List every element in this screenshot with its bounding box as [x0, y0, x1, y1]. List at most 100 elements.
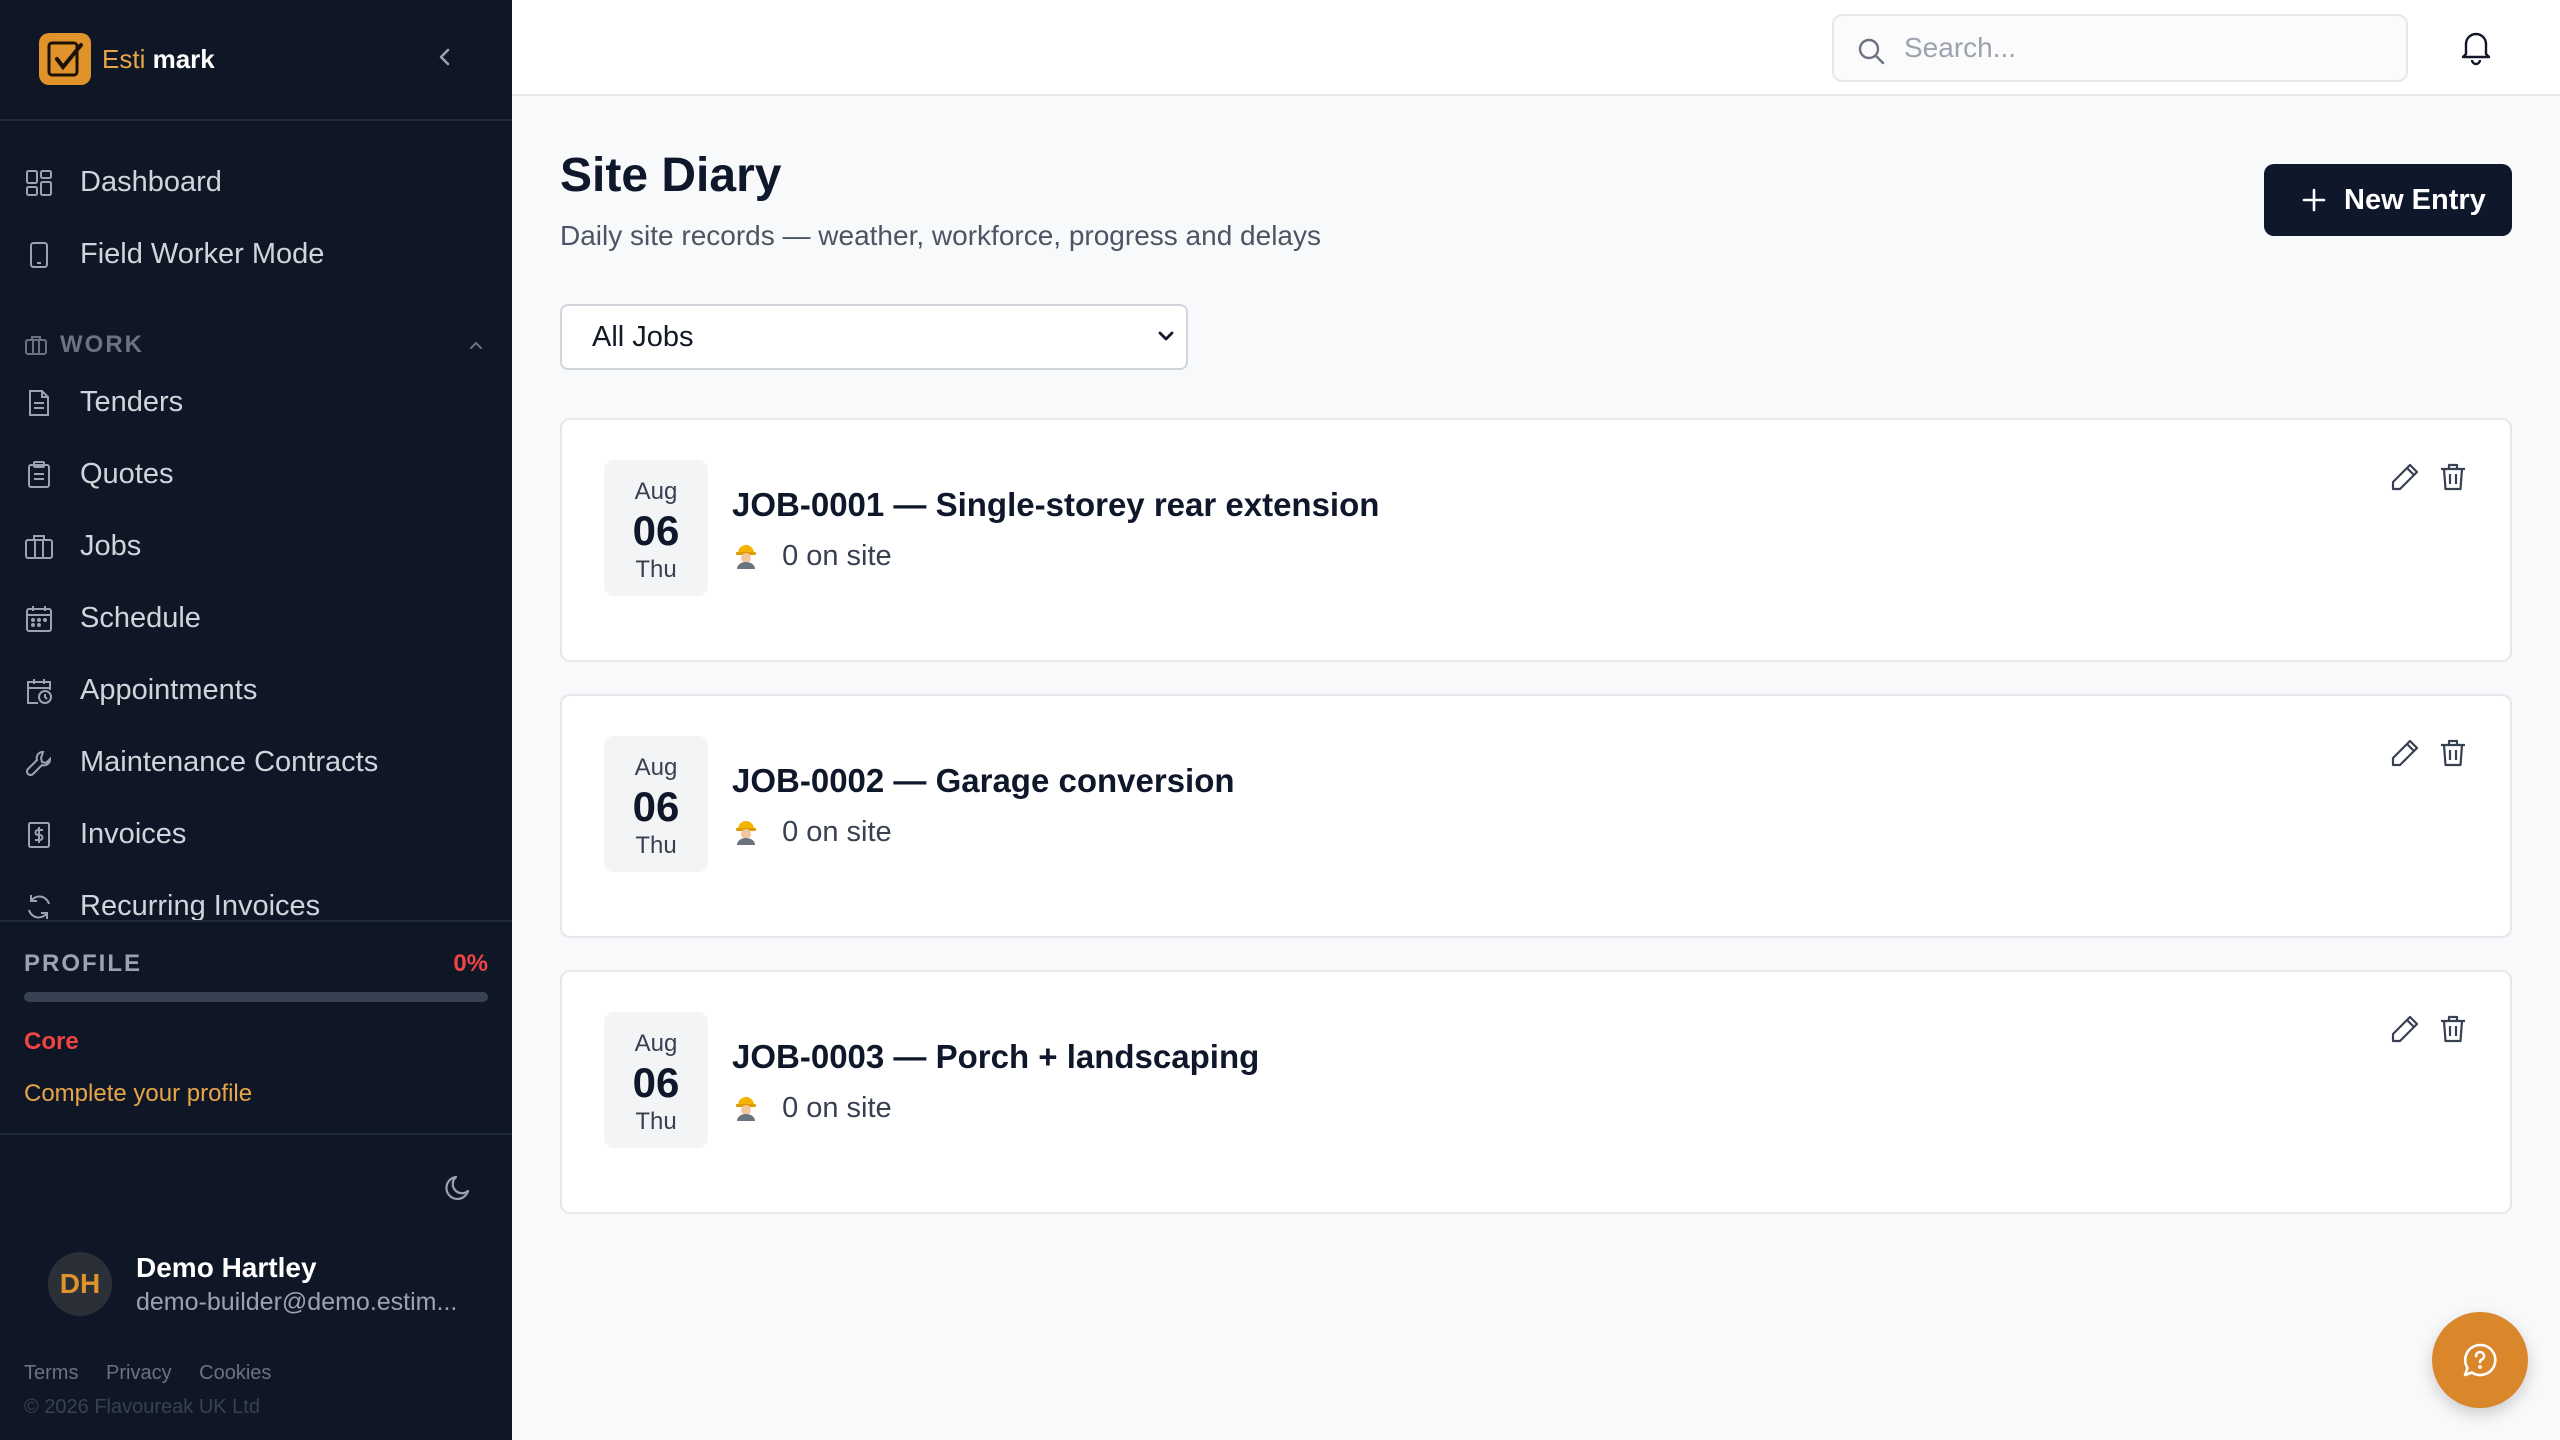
user-email: demo-builder@demo.estim...: [136, 1288, 458, 1316]
footer-links: Terms Privacy Cookies: [24, 1362, 293, 1385]
sidebar-item-label: Invoices: [80, 818, 187, 850]
entry-title: JOB-0002 — Garage conversion: [732, 762, 1235, 799]
user-name: Demo Hartley: [136, 1252, 317, 1283]
copyright: © 2026 Flavoureak UK Ltd: [24, 1396, 260, 1418]
document-icon: [24, 388, 54, 418]
notifications-bell-icon[interactable]: [2456, 26, 2496, 66]
brand-logo-icon[interactable]: [39, 33, 91, 85]
construction-worker-icon: [732, 1093, 760, 1121]
profile-tier: Core: [24, 1028, 79, 1055]
refresh-icon: [24, 892, 54, 920]
brand-name-part2: mark: [152, 44, 215, 74]
sidebar-item-label: Dashboard: [80, 166, 222, 198]
sidebar-item-dashboard[interactable]: Dashboard: [0, 150, 512, 214]
dark-mode-moon-icon[interactable]: [442, 1170, 476, 1204]
entry-date-day: 06: [632, 1059, 680, 1106]
dashboard-icon: [24, 168, 54, 198]
collapse-sidebar-chevron-left-icon[interactable]: [430, 42, 460, 72]
phone-icon: [24, 240, 54, 270]
entry-on-site-count: 0 on site: [782, 540, 892, 572]
profile-progress-bar: [24, 992, 488, 1002]
entry-workforce: 0 on site: [732, 1092, 892, 1125]
footer-link-privacy[interactable]: Privacy: [106, 1362, 172, 1384]
entry-workforce: 0 on site: [732, 540, 892, 573]
page-title: Site Diary: [560, 149, 782, 202]
sidebar-item-label: Maintenance Contracts: [80, 746, 379, 778]
search-input[interactable]: [1904, 26, 2384, 70]
complete-profile-link[interactable]: Complete your profile: [24, 1080, 252, 1108]
avatar[interactable]: DH: [48, 1252, 112, 1316]
page-subtitle: Daily site records — weather, workforce,…: [560, 220, 1321, 251]
sidebar-item-quotes[interactable]: Quotes: [0, 442, 512, 506]
edit-pencil-icon[interactable]: [2388, 460, 2422, 494]
sidebar-item-appointments[interactable]: Appointments: [0, 658, 512, 722]
briefcase-icon: [24, 333, 48, 357]
entry-date-weekday: Thu: [635, 1108, 677, 1135]
edit-pencil-icon[interactable]: [2388, 736, 2422, 770]
sidebar: Esti mark Dashboard Field Worker Mode WO…: [0, 0, 512, 1440]
entry-date: Aug 06 Thu: [604, 460, 708, 596]
entry-date-month: Aug: [634, 478, 678, 505]
sidebar-item-tenders[interactable]: Tenders: [0, 370, 512, 434]
help-chat-button[interactable]: [2432, 1312, 2528, 1408]
sidebar-section-label: WORK: [60, 331, 144, 358]
entry-title: JOB-0003 — Porch + landscaping: [732, 1038, 1260, 1075]
job-filter-select[interactable]: All Jobs: [560, 304, 1188, 370]
delete-trash-icon[interactable]: [2436, 460, 2470, 494]
entry-date-weekday: Thu: [635, 556, 677, 583]
sidebar-item-label: Jobs: [80, 530, 142, 562]
sidebar-item-label: Recurring Invoices: [80, 890, 321, 920]
calendar-icon: [24, 604, 54, 634]
brand-name: Esti mark: [102, 44, 215, 75]
clipboard-icon: [24, 460, 54, 490]
entry-date-month: Aug: [634, 1030, 678, 1057]
brand-header: Esti mark: [0, 0, 512, 121]
sidebar-item-field-worker-mode[interactable]: Field Worker Mode: [0, 222, 512, 286]
help-chat-icon: [2463, 1343, 2497, 1377]
new-entry-button[interactable]: New Entry: [2264, 164, 2512, 236]
entry-date-day: 06: [632, 783, 680, 830]
profile-percent: 0%: [453, 950, 488, 977]
profile-title: PROFILE: [24, 950, 143, 977]
entry-date-month: Aug: [634, 754, 678, 781]
search-box[interactable]: [1832, 14, 2408, 82]
entry-date: Aug 06 Thu: [604, 1012, 708, 1148]
chevron-up-icon: [464, 333, 488, 357]
sidebar-item-label: Field Worker Mode: [80, 238, 325, 270]
diary-entry-card[interactable]: Aug 06 Thu JOB-0001 — Single-storey rear…: [560, 418, 2512, 662]
entry-date: Aug 06 Thu: [604, 736, 708, 872]
entry-workforce: 0 on site: [732, 816, 892, 849]
sidebar-item-invoices[interactable]: Invoices: [0, 802, 512, 866]
brand-name-part1: Esti: [102, 44, 146, 74]
footer-link-terms[interactable]: Terms: [24, 1362, 78, 1384]
sidebar-section-work[interactable]: WORK: [0, 325, 512, 365]
calendar-clock-icon: [24, 676, 54, 706]
search-icon: [1856, 36, 1886, 66]
construction-worker-icon: [732, 817, 760, 845]
edit-pencil-icon[interactable]: [2388, 1012, 2422, 1046]
sidebar-item-schedule[interactable]: Schedule: [0, 586, 512, 650]
sidebar-item-maintenance-contracts[interactable]: Maintenance Contracts: [0, 730, 512, 794]
sidebar-item-recurring-invoices[interactable]: Recurring Invoices: [0, 874, 512, 920]
delete-trash-icon[interactable]: [2436, 1012, 2470, 1046]
sidebar-item-label: Quotes: [80, 458, 174, 490]
entry-date-weekday: Thu: [635, 832, 677, 859]
briefcase-icon: [24, 532, 54, 562]
sidebar-item-label: Schedule: [80, 602, 201, 634]
sidebar-item-jobs[interactable]: Jobs: [0, 514, 512, 578]
wrench-icon: [24, 748, 54, 778]
plus-icon: [2300, 186, 2328, 214]
sidebar-work-list: Tenders Quotes Jobs Schedule Appointment…: [0, 370, 512, 920]
new-entry-label: New Entry: [2344, 184, 2486, 216]
entry-on-site-count: 0 on site: [782, 1092, 892, 1124]
invoice-icon: [24, 820, 54, 850]
entry-on-site-count: 0 on site: [782, 816, 892, 848]
entry-date-day: 06: [632, 507, 680, 554]
sidebar-item-label: Appointments: [80, 674, 258, 706]
profile-completion-panel: PROFILE 0% Core Complete your profile: [0, 920, 512, 1135]
topbar: [512, 0, 2560, 96]
delete-trash-icon[interactable]: [2436, 736, 2470, 770]
footer-link-cookies[interactable]: Cookies: [199, 1362, 271, 1384]
diary-entry-card[interactable]: Aug 06 Thu JOB-0002 — Garage conversion …: [560, 694, 2512, 938]
diary-entry-card[interactable]: Aug 06 Thu JOB-0003 — Porch + landscapin…: [560, 970, 2512, 1214]
